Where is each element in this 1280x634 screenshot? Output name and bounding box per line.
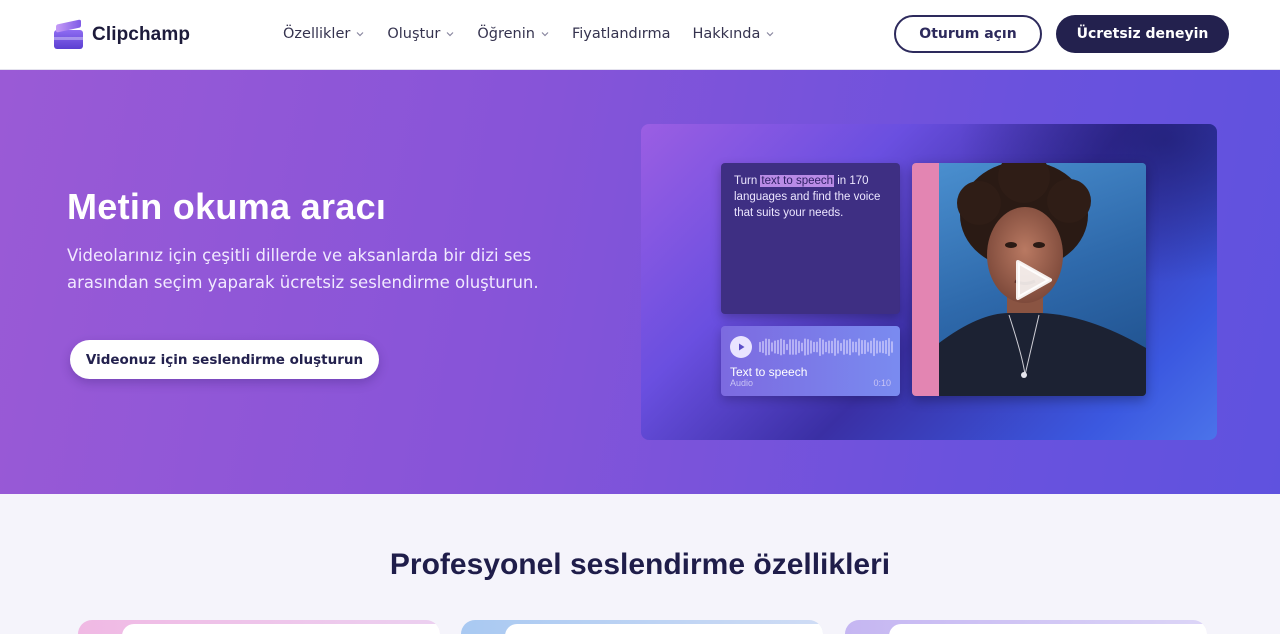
- nav-item-about[interactable]: Hakkında: [693, 26, 776, 42]
- feature-card[interactable]: [845, 620, 1207, 634]
- nav-item-learn[interactable]: Öğrenin: [477, 26, 550, 42]
- video-strip: [912, 163, 939, 396]
- create-voiceover-button[interactable]: Videonuz için seslendirme oluşturun: [70, 340, 379, 379]
- hero-subtitle: Videolarınız için çeşitli dillerde ve ak…: [67, 246, 539, 292]
- text-script: Turn text to speech in 170 languages and…: [734, 175, 881, 219]
- audio-duration: 0:10: [873, 378, 891, 388]
- waveform-icon: [759, 337, 893, 357]
- nav-item-create[interactable]: Oluştur: [387, 26, 455, 42]
- hero-title: Metin okuma aracı: [67, 186, 387, 227]
- logo[interactable]: Clipchamp: [54, 19, 191, 50]
- nav-item-label: Hakkında: [692, 26, 761, 42]
- feature-card[interactable]: [78, 620, 440, 634]
- audio-track-card: Text to speech Audio 0:10: [721, 326, 900, 396]
- chevron-down-icon: [355, 29, 365, 39]
- feature-card[interactable]: [461, 620, 823, 634]
- nav-item-pricing[interactable]: Fiyatlandırma: [572, 26, 671, 42]
- features-title: Profesyonel seslendirme özellikleri: [389, 548, 891, 581]
- video-preview[interactable]: [912, 163, 1146, 396]
- clipchamp-logo-icon: [54, 19, 83, 49]
- audio-track-label: Text to speech: [730, 365, 808, 379]
- main-nav: Özellikler Oluştur Öğrenin Fiyatlandırma…: [283, 24, 797, 44]
- chevron-down-icon: [765, 29, 775, 39]
- nav-item-features[interactable]: Özellikler: [283, 26, 365, 42]
- highlighted-text: text to speech: [760, 175, 835, 187]
- audio-track-type: Audio: [730, 378, 754, 388]
- chevron-down-icon: [540, 29, 550, 39]
- nav-item-label: Özellikler: [283, 26, 351, 42]
- sign-in-button[interactable]: Oturum açın: [894, 15, 1042, 53]
- logo-text: Clipchamp: [92, 24, 191, 45]
- chevron-down-icon: [445, 29, 455, 39]
- hero-media[interactable]: Turn text to speech in 170 languages and…: [641, 124, 1217, 440]
- nav-item-label: Öğrenin: [477, 26, 535, 42]
- play-icon[interactable]: [730, 336, 752, 358]
- nav-item-label: Fiyatlandırma: [571, 26, 671, 42]
- try-free-button[interactable]: Ücretsiz deneyin: [1056, 15, 1229, 53]
- hero-section: Metin okuma aracı Videolarınız için çeşi…: [0, 70, 1280, 494]
- play-icon[interactable]: [1010, 258, 1054, 302]
- text-script-card: Turn text to speech in 170 languages and…: [721, 163, 900, 314]
- site-header: Clipchamp Özellikler Oluştur Öğrenin Fiy…: [0, 0, 1280, 70]
- nav-item-label: Oluştur: [387, 26, 441, 42]
